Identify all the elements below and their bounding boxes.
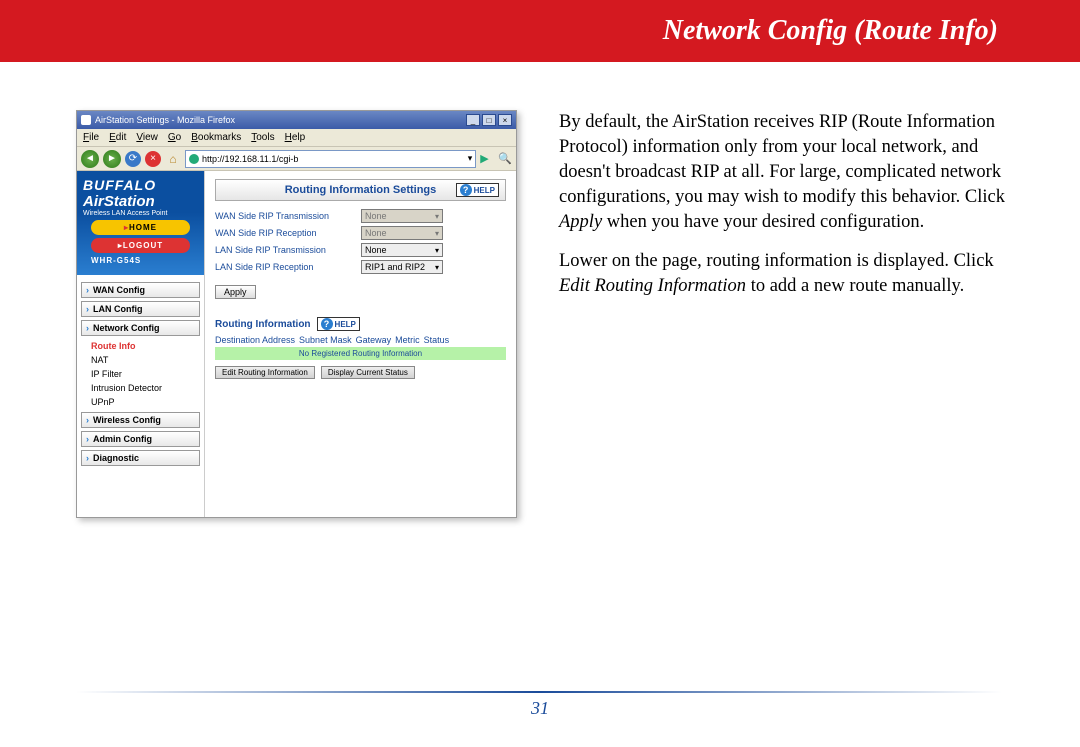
select-wan-rip-tx[interactable]: None — [361, 209, 443, 223]
model-label: WHR-G54S — [91, 256, 190, 265]
routing-info-header: Routing Information ? HELP — [215, 317, 506, 331]
router-body: BUFFALO AirStation Wireless LAN Access P… — [77, 171, 516, 517]
routing-table-header: Destination Address Subnet Mask Gateway … — [215, 335, 506, 345]
help-icon: ? — [460, 184, 472, 196]
forward-button[interactable]: ► — [103, 150, 121, 168]
menu-go[interactable]: Go — [168, 132, 181, 143]
brand-subtitle: Wireless LAN Access Point — [83, 210, 198, 217]
menu-bar: File Edit View Go Bookmarks Tools Help — [77, 129, 516, 147]
select-wan-rip-rx[interactable]: None — [361, 226, 443, 240]
reload-button[interactable]: ⟳ — [125, 151, 141, 167]
nav-lan-config[interactable]: LAN Config — [81, 301, 200, 317]
subnav-intrusion[interactable]: Intrusion Detector — [81, 381, 200, 395]
search-icon[interactable]: 🔍 — [498, 152, 512, 165]
brand-buffalo: BUFFALO — [83, 177, 198, 193]
apply-button[interactable]: Apply — [215, 285, 256, 299]
row-wan-rip-rx: WAN Side RIP Reception None — [215, 226, 506, 240]
nav-wan-config[interactable]: WAN Config — [81, 282, 200, 298]
nav-wireless-config[interactable]: Wireless Config — [81, 412, 200, 428]
brand-block: BUFFALO AirStation Wireless LAN Access P… — [77, 171, 204, 275]
page-number: 31 — [0, 698, 1080, 719]
subnav-upnp[interactable]: UPnP — [81, 395, 200, 409]
help-button-2[interactable]: ? HELP — [317, 317, 360, 331]
toolbar: ◄ ► ⟳ × ⌂ http://192.168.11.1/cgi-b ▾ ▶ … — [77, 147, 516, 171]
address-bar[interactable]: http://192.168.11.1/cgi-b ▾ — [185, 150, 476, 168]
menu-help[interactable]: Help — [285, 132, 306, 143]
empty-route-msg: No Registered Routing Information — [215, 347, 506, 360]
nav-network-config[interactable]: Network Config — [81, 320, 200, 336]
paragraph-2: Lower on the page, routing information i… — [559, 249, 1010, 299]
page-title: Network Config (Route Info) — [663, 15, 998, 47]
home-pill[interactable]: HOME — [91, 220, 190, 235]
globe-icon — [189, 154, 199, 164]
nav-diagnostic[interactable]: Diagnostic — [81, 450, 200, 466]
body-text: By default, the AirStation receives RIP … — [559, 110, 1010, 518]
main-panel: Routing Information Settings ? HELP WAN … — [205, 171, 516, 517]
sidebar: BUFFALO AirStation Wireless LAN Access P… — [77, 171, 205, 517]
nav-list: WAN Config LAN Config Network Config Rou… — [77, 275, 204, 517]
app-icon — [81, 115, 91, 125]
menu-file[interactable]: File — [83, 132, 99, 143]
go-button[interactable]: ▶ — [480, 152, 494, 166]
content-row: AirStation Settings - Mozilla Firefox _ … — [0, 62, 1080, 518]
back-button[interactable]: ◄ — [81, 150, 99, 168]
row-lan-rip-rx: LAN Side RIP Reception RIP1 and RIP2 — [215, 260, 506, 274]
logout-pill[interactable]: LOGOUT — [91, 238, 190, 253]
row-lan-rip-tx: LAN Side RIP Transmission None — [215, 243, 506, 257]
subnav-nat[interactable]: NAT — [81, 353, 200, 367]
stop-button[interactable]: × — [145, 151, 161, 167]
subnav-route-info[interactable]: Route Info — [81, 339, 200, 353]
url-text: http://192.168.11.1/cgi-b — [202, 154, 298, 164]
row-wan-rip-tx: WAN Side RIP Transmission None — [215, 209, 506, 223]
display-status-button[interactable]: Display Current Status — [321, 366, 415, 379]
select-lan-rip-tx[interactable]: None — [361, 243, 443, 257]
help-icon: ? — [321, 318, 333, 330]
section-header: Routing Information Settings ? HELP — [215, 179, 506, 201]
subnav-ip-filter[interactable]: IP Filter — [81, 367, 200, 381]
menu-bookmarks[interactable]: Bookmarks — [191, 132, 241, 143]
edit-routing-button[interactable]: Edit Routing Information — [215, 366, 315, 379]
window-titlebar: AirStation Settings - Mozilla Firefox _ … — [77, 111, 516, 129]
router-screenshot: AirStation Settings - Mozilla Firefox _ … — [76, 110, 517, 518]
menu-edit[interactable]: Edit — [109, 132, 126, 143]
brand-airstation: AirStation — [83, 193, 198, 210]
menu-tools[interactable]: Tools — [251, 132, 274, 143]
nav-admin-config[interactable]: Admin Config — [81, 431, 200, 447]
window-title: AirStation Settings - Mozilla Firefox — [95, 115, 235, 125]
footer-rule — [76, 691, 1002, 693]
minimize-button[interactable]: _ — [466, 114, 480, 126]
menu-view[interactable]: View — [136, 132, 158, 143]
section-title: Routing Information Settings — [285, 184, 437, 196]
home-button[interactable]: ⌂ — [165, 151, 181, 167]
close-button[interactable]: × — [498, 114, 512, 126]
maximize-button[interactable]: □ — [482, 114, 496, 126]
help-button[interactable]: ? HELP — [456, 183, 499, 197]
select-lan-rip-rx[interactable]: RIP1 and RIP2 — [361, 260, 443, 274]
page-banner: Network Config (Route Info) — [0, 0, 1080, 62]
paragraph-1: By default, the AirStation receives RIP … — [559, 110, 1010, 235]
